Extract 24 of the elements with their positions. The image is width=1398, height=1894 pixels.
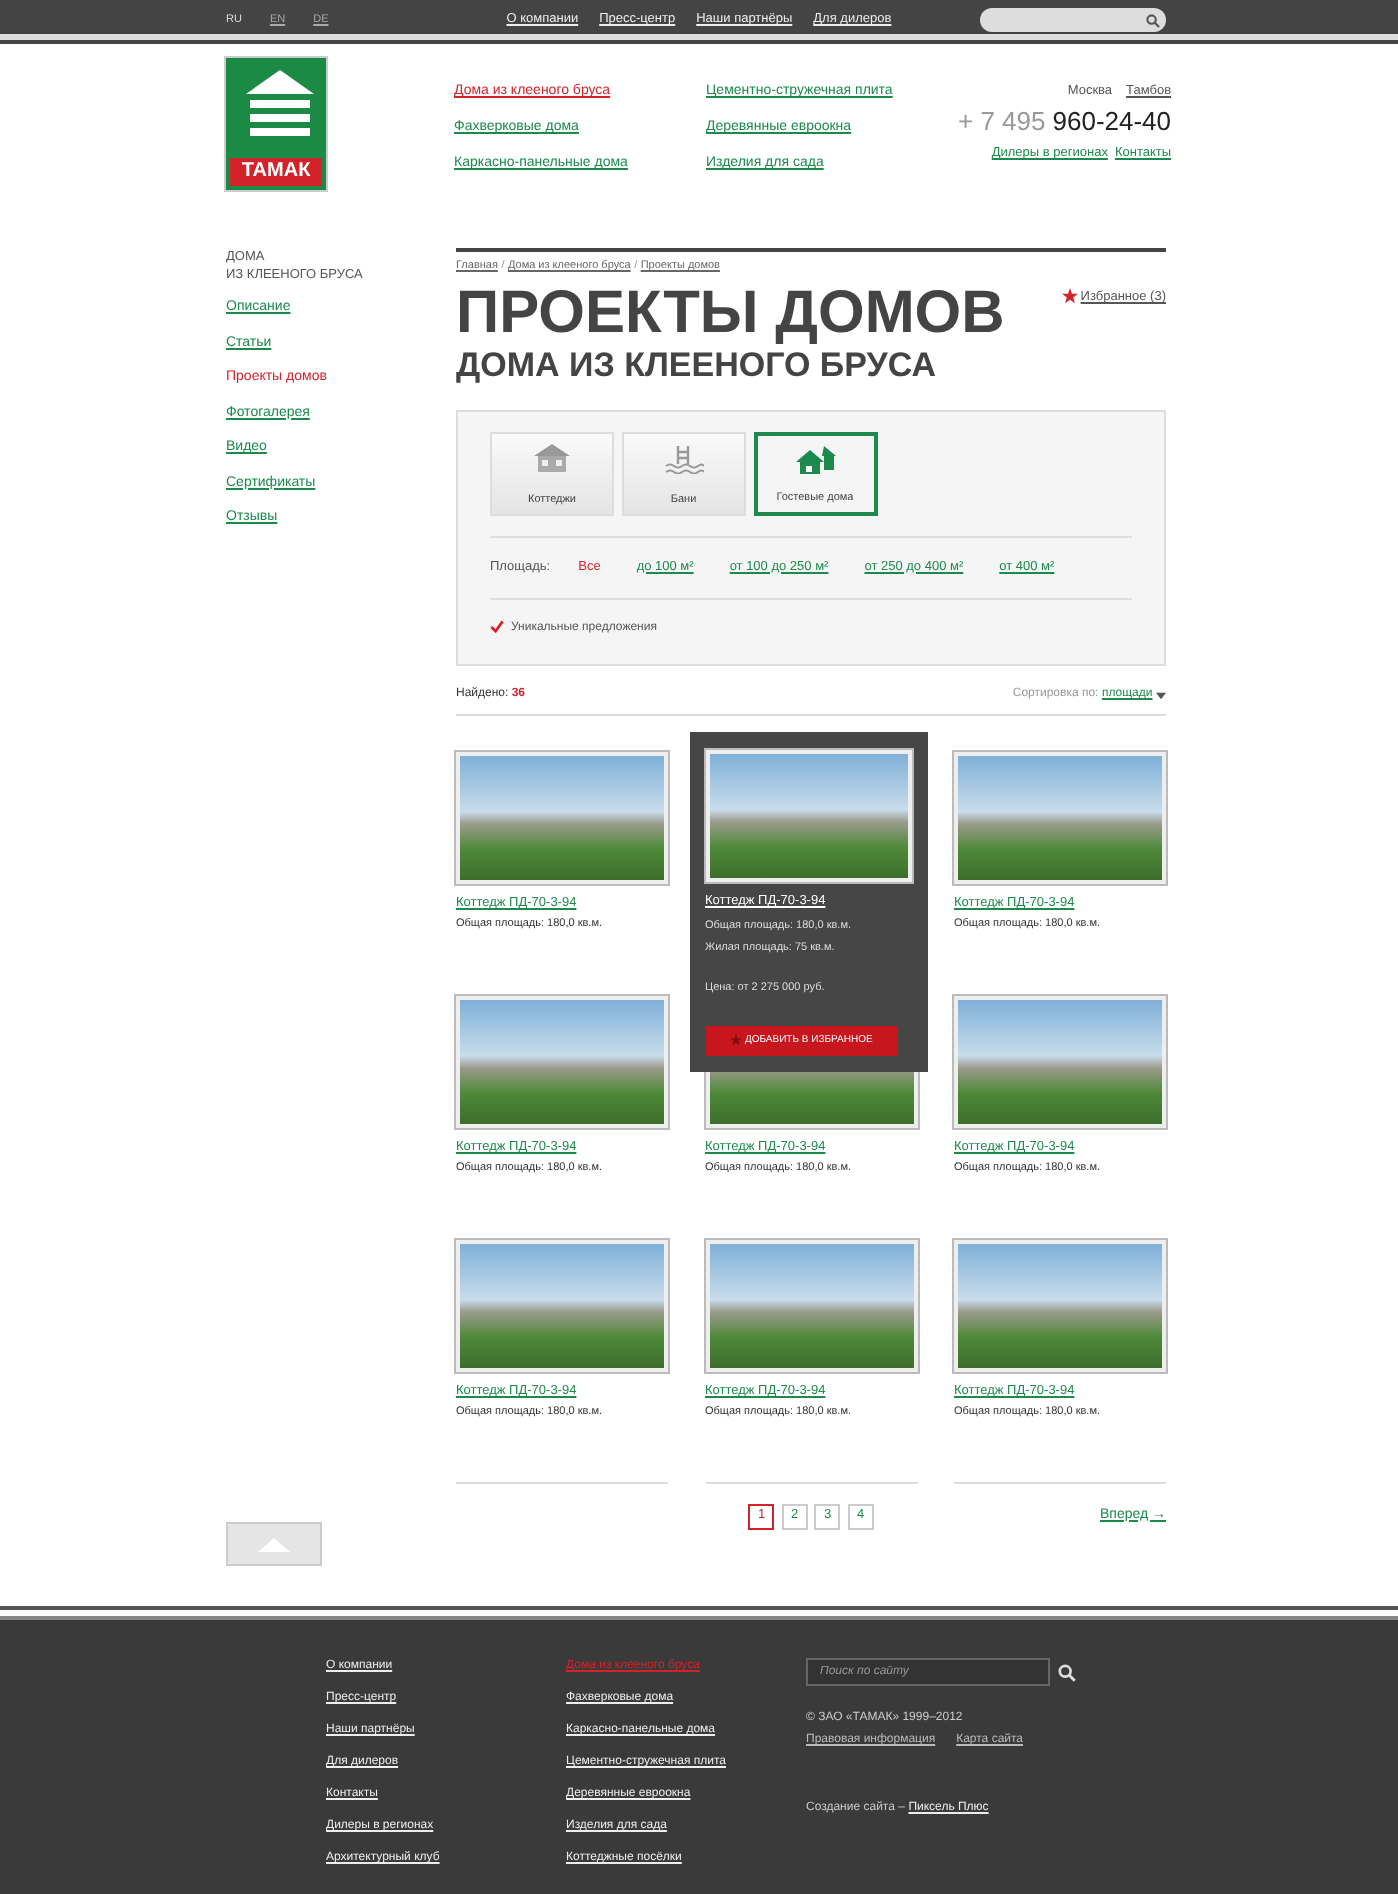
up-arrow-icon <box>258 1537 290 1551</box>
logo[interactable]: ТАМАК <box>226 58 326 190</box>
photo-placeholder[interactable] <box>456 1240 668 1372</box>
logo-text: ТАМАК <box>230 158 322 186</box>
photo-placeholder[interactable] <box>705 1240 917 1372</box>
phone-code: + 7 495 <box>958 103 1046 140</box>
photo-placeholder[interactable] <box>456 996 668 1128</box>
house-icon <box>532 441 572 474</box>
houses-icon <box>793 443 837 476</box>
photo-placeholder[interactable] <box>456 752 668 884</box>
star-icon <box>729 1034 742 1047</box>
search-icon[interactable] <box>1145 13 1159 27</box>
photo-placeholder[interactable] <box>705 750 911 882</box>
photo-placeholder[interactable] <box>954 996 1166 1128</box>
pool-ladder-icon <box>663 441 704 474</box>
phone-number: 960-24-40 <box>1052 103 1172 140</box>
search-icon[interactable] <box>1057 1663 1075 1681</box>
caret-icon[interactable] <box>1156 691 1166 699</box>
star-icon <box>1061 288 1078 305</box>
page-subtitle: ДОМА ИЗ КЛЕЕНОГО БРУСА <box>456 345 938 386</box>
search-field[interactable] <box>980 8 1166 32</box>
page-title: ПРОЕКТЫ ДОМОВ <box>456 281 1005 346</box>
photo-placeholder[interactable] <box>954 1240 1166 1372</box>
photo-placeholder[interactable] <box>954 752 1166 884</box>
